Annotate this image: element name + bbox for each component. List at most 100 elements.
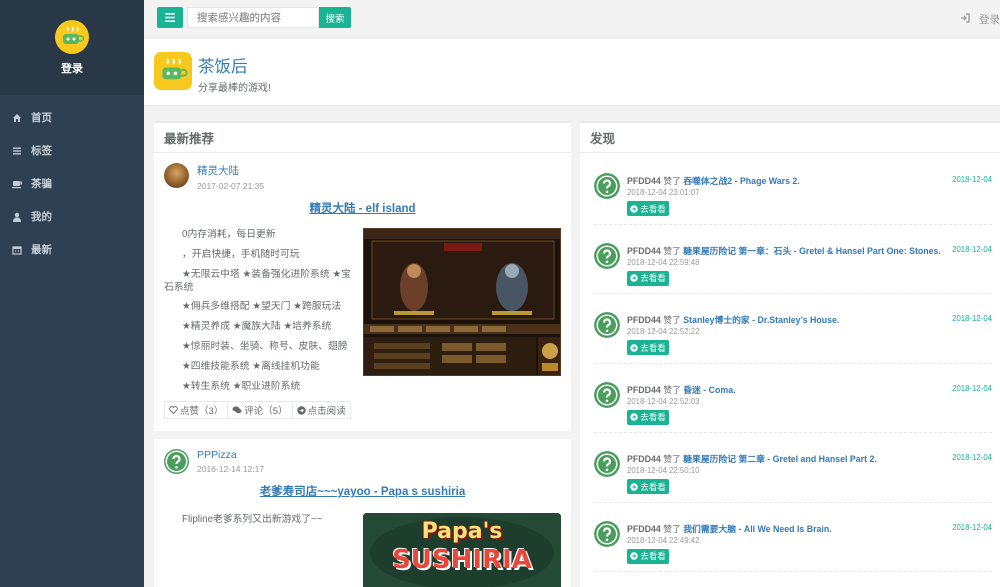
post-title-link[interactable]: 精灵大陆 - elf island bbox=[164, 200, 561, 216]
post-time: 2017-02-07 21:35 bbox=[197, 181, 265, 191]
go-see-label: 去看看 bbox=[640, 203, 666, 214]
comment-label: 评论（5） bbox=[244, 406, 288, 418]
feed-user[interactable]: PFDD44 bbox=[627, 454, 661, 464]
question-avatar-icon[interactable] bbox=[594, 520, 620, 547]
user-icon bbox=[11, 211, 23, 223]
go-see-label: 去看看 bbox=[640, 273, 666, 283]
question-avatar-icon[interactable] bbox=[594, 381, 620, 408]
game-screenshot-art bbox=[364, 229, 560, 375]
feed-game-link[interactable]: 我们需要大脑 - All We Need Is Brain. bbox=[683, 524, 831, 534]
feed-verb: 赞了 bbox=[663, 176, 681, 186]
discover-panel-title: 发现 bbox=[580, 123, 1000, 153]
feed-game-link[interactable]: 吞噬体之战2 - Phage Wars 2. bbox=[683, 176, 800, 186]
latest-panel: 最新推荐 精灵大陆 2017-02-07 21:35 精灵大陆 - elf is… bbox=[154, 121, 571, 587]
calendar-icon bbox=[11, 244, 23, 256]
feed-time: 2018-12-04 22:49:42 bbox=[627, 535, 700, 545]
arrow-circle-right-icon bbox=[630, 552, 638, 560]
feed-text: PFDD44 赞了 我们需要大脑 - All We Need Is Brain. bbox=[627, 522, 832, 535]
sidebar-item-tags[interactable]: 标签 bbox=[0, 134, 144, 167]
feed-item: PFDD44 赞了 我们需要大脑 - All We Need Is Brain.… bbox=[594, 503, 992, 572]
feed-game-link[interactable]: 糖果屋历险记 第一章：石头 - Gretel & Hansel Part One… bbox=[683, 246, 941, 256]
feed-user[interactable]: PFDD44 bbox=[627, 385, 661, 395]
feed-text: PFDD44 赞了 糖果屋历险记 第一章：石头 - Gretel & Hanse… bbox=[627, 244, 941, 257]
question-avatar-icon[interactable] bbox=[594, 242, 620, 269]
feed-user[interactable]: PFDD44 bbox=[627, 246, 661, 256]
question-avatar-icon[interactable] bbox=[594, 312, 620, 338]
author-name[interactable]: PPPizza bbox=[197, 449, 264, 461]
feed-user[interactable]: PFDD44 bbox=[627, 315, 661, 325]
like-button[interactable]: 点赞（3） bbox=[164, 401, 229, 420]
page-title: 茶饭后 bbox=[198, 58, 248, 76]
go-see-label: 去看看 bbox=[640, 342, 666, 353]
top-login-link[interactable]: 登录 bbox=[960, 12, 1000, 27]
feed-item: PFDD44 赞了 糖果屋历险记 第二章 - Gretel and Hansel… bbox=[594, 433, 992, 503]
post-title-link[interactable]: 老爹寿司店~~~yayoo - Papa s sushiria bbox=[164, 483, 561, 499]
site-header-logo bbox=[154, 52, 192, 90]
sidebar-item-home[interactable]: 首页 bbox=[0, 101, 144, 134]
list-icon bbox=[11, 145, 23, 157]
home-icon bbox=[11, 112, 23, 124]
feed-date: 2018-12-04 bbox=[952, 453, 992, 462]
sidebar-item-latest[interactable]: 最新 bbox=[0, 233, 144, 266]
post-line: ★四维技能系统 ★离线挂机功能 bbox=[182, 360, 320, 372]
post-description: 0内存消耗，每日更新 ，开启快捷，手机随时可玩 ★无限云中塔 ★装备强化进阶系统… bbox=[164, 228, 357, 399]
feed-verb: 赞了 bbox=[663, 315, 681, 325]
feed-game-link[interactable]: 昏迷 - Coma. bbox=[683, 385, 735, 395]
feed-text: PFDD44 赞了 昏迷 - Coma. bbox=[627, 383, 736, 396]
go-see-button[interactable]: 去看看 bbox=[627, 479, 669, 494]
post-line: ★佣兵多维搭配 ★望天门 ★跨服玩法 bbox=[182, 301, 342, 313]
sidebar-item-label: 最新 bbox=[31, 244, 52, 256]
avatar[interactable] bbox=[164, 449, 189, 475]
feed-user[interactable]: PFDD44 bbox=[627, 524, 661, 534]
read-label: 点击阅读 bbox=[307, 406, 346, 418]
author-name[interactable]: 精灵大陆 bbox=[197, 163, 264, 178]
feed-game-link[interactable]: 糖果屋历险记 第二章 - Gretel and Hansel Part 2. bbox=[683, 454, 877, 464]
feed-item: PFDD44 赞了 昏迷 - Coma. 2018-12-04 22:52:03… bbox=[594, 364, 992, 433]
search-button[interactable]: 搜索 bbox=[319, 7, 351, 28]
hamburger-icon bbox=[165, 13, 175, 22]
page-subtitle: 分享最棒的游戏! bbox=[198, 83, 271, 94]
feed-date: 2018-12-04 bbox=[952, 522, 992, 532]
feed-text: PFDD44 赞了 糖果屋历险记 第二章 - Gretel and Hansel… bbox=[627, 452, 877, 465]
sidebar-login[interactable]: 登录 bbox=[61, 60, 83, 76]
feed-verb: 赞了 bbox=[663, 245, 681, 256]
game-screenshot[interactable]: Papa's SUSHIRIA bbox=[363, 513, 561, 587]
sidebar-item-mine[interactable]: 我的 bbox=[0, 200, 144, 233]
feed-time: 2018-12-04 23:01:07 bbox=[627, 188, 700, 197]
arrow-circle-right-icon bbox=[630, 413, 638, 421]
menu-toggle-button[interactable] bbox=[157, 7, 183, 28]
question-avatar-icon[interactable] bbox=[594, 451, 620, 477]
feed-time: 2018-12-04 22:50:10 bbox=[627, 466, 700, 475]
sign-in-icon bbox=[960, 13, 970, 26]
go-see-button[interactable]: 去看看 bbox=[627, 548, 669, 564]
site-logo[interactable] bbox=[55, 20, 89, 54]
comment-button[interactable]: 评论（5） bbox=[227, 401, 293, 420]
like-label: 点赞（3） bbox=[180, 406, 224, 418]
feed-user[interactable]: PFDD44 bbox=[627, 176, 661, 186]
teacup-icon bbox=[63, 26, 84, 44]
sidebar-item-label: 首页 bbox=[31, 112, 52, 124]
post-line: ，开启快捷，手机随时可玩 bbox=[182, 248, 300, 260]
post-card: PPPizza 2016-12-14 12:17 老爹寿司店~~~yayoo -… bbox=[154, 439, 571, 587]
feed-time: 2018-12-04 22:59:48 bbox=[627, 257, 700, 267]
coffee-icon bbox=[11, 178, 23, 190]
feed-item: PFDD44 赞了 吞噬体之战2 - Phage Wars 2. 2018-12… bbox=[594, 155, 992, 225]
site-header: 茶饭后 分享最棒的游戏! bbox=[144, 39, 1000, 106]
feed-game-link[interactable]: Stanley博士的家 - Dr.Stanley’s House. bbox=[683, 315, 839, 325]
go-see-label: 去看看 bbox=[640, 551, 666, 561]
avatar[interactable] bbox=[164, 163, 189, 188]
top-navbar: 搜索 登录 bbox=[144, 0, 1000, 38]
post-description: Flipline老爹系列又出新游戏了~~ bbox=[164, 513, 357, 587]
go-see-button[interactable]: 去看看 bbox=[627, 409, 669, 425]
go-see-button[interactable]: 去看看 bbox=[627, 340, 669, 355]
read-button[interactable]: 点击阅读 bbox=[291, 401, 351, 420]
go-see-label: 去看看 bbox=[640, 481, 666, 492]
go-see-button[interactable]: 去看看 bbox=[627, 201, 669, 216]
feed-item: PFDD44 赞了 Stanley博士的家 - Dr.Stanley’s Hou… bbox=[594, 294, 992, 364]
search-input[interactable] bbox=[187, 7, 319, 28]
arrow-circle-right-icon bbox=[296, 406, 306, 415]
sidebar-item-chapian[interactable]: 茶骗 bbox=[0, 167, 144, 200]
go-see-button[interactable]: 去看看 bbox=[627, 270, 669, 286]
question-avatar-icon[interactable] bbox=[594, 173, 620, 199]
game-screenshot[interactable] bbox=[363, 228, 561, 376]
